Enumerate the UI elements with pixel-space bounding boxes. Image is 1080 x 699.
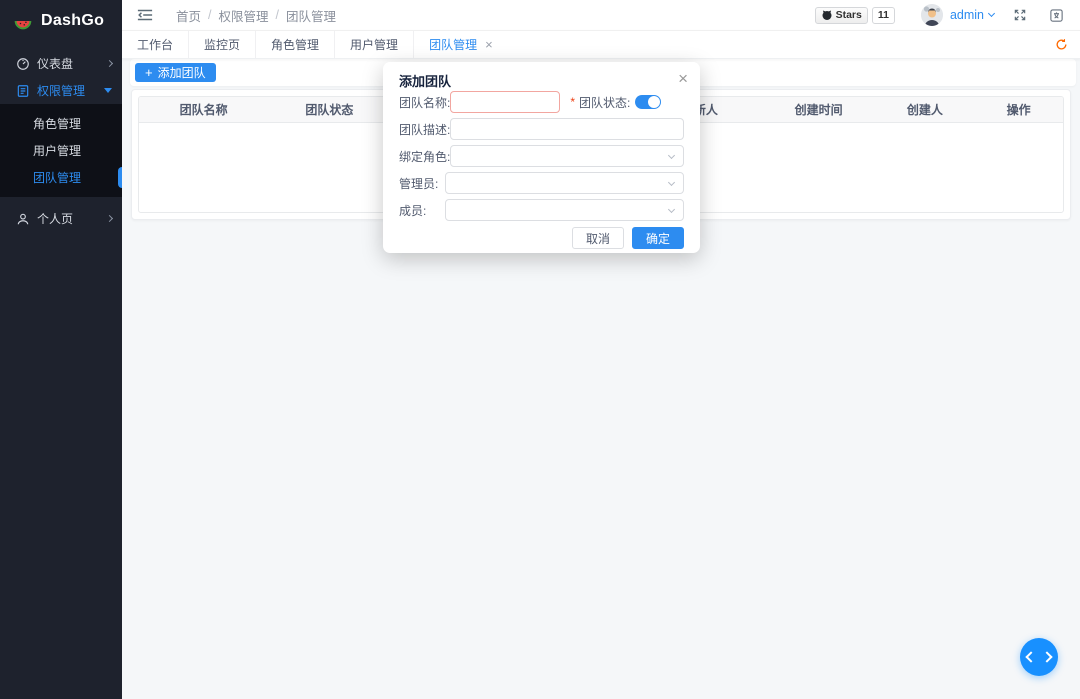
modal-title: 添加团队 — [399, 74, 451, 89]
stars-count: 11 — [872, 7, 895, 24]
user-menu[interactable]: admin — [921, 4, 994, 26]
topbar: 首页 / 权限管理 / 团队管理 Stars 11 — [122, 0, 1080, 30]
add-team-modal: 添加团队 × 团队名称: * 团队状态: 团队描述: 绑定角色: 管理员: — [383, 62, 700, 253]
sidebar-item-team-management[interactable]: 团队管理 — [0, 164, 122, 191]
language-icon[interactable] — [1046, 5, 1066, 25]
tab-workbench[interactable]: 工作台 — [122, 31, 189, 58]
col-creator: 创建人 — [875, 97, 974, 122]
permission-icon — [16, 84, 30, 98]
add-team-button[interactable]: + 添加团队 — [135, 63, 216, 82]
chevron-right-icon — [106, 60, 113, 67]
permission-submenu: 角色管理 用户管理 团队管理 — [0, 104, 122, 197]
stars-label: Stars — [836, 9, 862, 21]
col-team-name: 团队名称 — [139, 97, 268, 122]
bind-role-label: 绑定角色: — [399, 148, 450, 165]
col-create-time: 创建时间 — [762, 97, 876, 122]
sidebar-item-permission[interactable]: 权限管理 — [0, 77, 122, 104]
member-select[interactable] — [445, 199, 684, 221]
tab-monitor[interactable]: 监控页 — [189, 31, 256, 58]
watermelon-logo-icon — [13, 11, 33, 31]
breadcrumb-permission[interactable]: 权限管理 — [219, 6, 269, 25]
tab-team-management[interactable]: 团队管理 × — [414, 31, 508, 58]
chevron-down-icon — [668, 152, 675, 159]
github-icon — [821, 9, 833, 21]
chevron-left-icon — [1025, 651, 1036, 662]
username-label: admin — [950, 8, 984, 22]
sidebar-item-dashboard[interactable]: 仪表盘 — [0, 50, 122, 77]
chevron-down-icon — [668, 206, 675, 213]
tab-close-icon[interactable]: × — [485, 38, 493, 51]
sidebar-item-personal-page[interactable]: 个人页 — [0, 205, 122, 232]
chevron-right-icon — [1041, 651, 1052, 662]
app-logo[interactable]: DashGo — [0, 0, 122, 42]
breadcrumb: 首页 / 权限管理 / 团队管理 — [176, 6, 336, 25]
chevron-down-icon — [668, 179, 675, 186]
tabbar: 工作台 监控页 角色管理 用户管理 团队管理 × — [122, 30, 1080, 59]
team-desc-input[interactable] — [450, 118, 684, 140]
fullscreen-button[interactable] — [1010, 5, 1030, 25]
member-label: 成员: — [399, 202, 445, 219]
col-actions: 操作 — [974, 97, 1063, 122]
chevron-down-icon — [988, 10, 995, 17]
confirm-button[interactable]: 确定 — [632, 227, 684, 249]
sidebar-item-user-management[interactable]: 用户管理 — [0, 137, 122, 164]
team-desc-label: 团队描述: — [399, 121, 450, 138]
admin-select[interactable] — [445, 172, 684, 194]
tab-role-management[interactable]: 角色管理 — [256, 31, 335, 58]
caret-down-icon — [104, 88, 112, 93]
sidebar-item-role-management[interactable]: 角色管理 — [0, 110, 122, 137]
avatar — [921, 4, 943, 26]
plus-icon: + — [145, 66, 153, 79]
bind-role-select[interactable] — [450, 145, 684, 167]
admin-label: 管理员: — [399, 175, 445, 192]
modal-close-icon[interactable]: × — [678, 70, 688, 87]
sidebar: DashGo 仪表盘 权限管理 角色管理 用户管理 团队管理 — [0, 0, 122, 699]
team-status-label: 团队状态: — [579, 94, 630, 111]
tab-user-management[interactable]: 用户管理 — [335, 31, 414, 58]
active-indicator — [118, 167, 122, 188]
team-name-input[interactable] — [450, 91, 560, 113]
app-title: DashGo — [41, 12, 104, 30]
col-team-status: 团队状态 — [268, 97, 390, 122]
breadcrumb-team: 团队管理 — [286, 6, 336, 25]
sidebar-fold-icon[interactable] — [136, 6, 154, 24]
breadcrumb-home[interactable]: 首页 — [176, 6, 201, 25]
cancel-button[interactable]: 取消 — [572, 227, 624, 249]
github-stars-badge[interactable]: Stars 11 — [815, 7, 895, 24]
code-drawer-button[interactable] — [1020, 638, 1058, 676]
chevron-right-icon — [106, 215, 113, 222]
team-name-label: 团队名称: — [399, 94, 450, 111]
team-status-toggle[interactable] — [635, 95, 661, 109]
refresh-icon[interactable] — [1052, 36, 1070, 54]
dashboard-icon — [16, 57, 30, 71]
required-asterisk: * — [570, 95, 575, 109]
person-icon — [16, 212, 30, 226]
